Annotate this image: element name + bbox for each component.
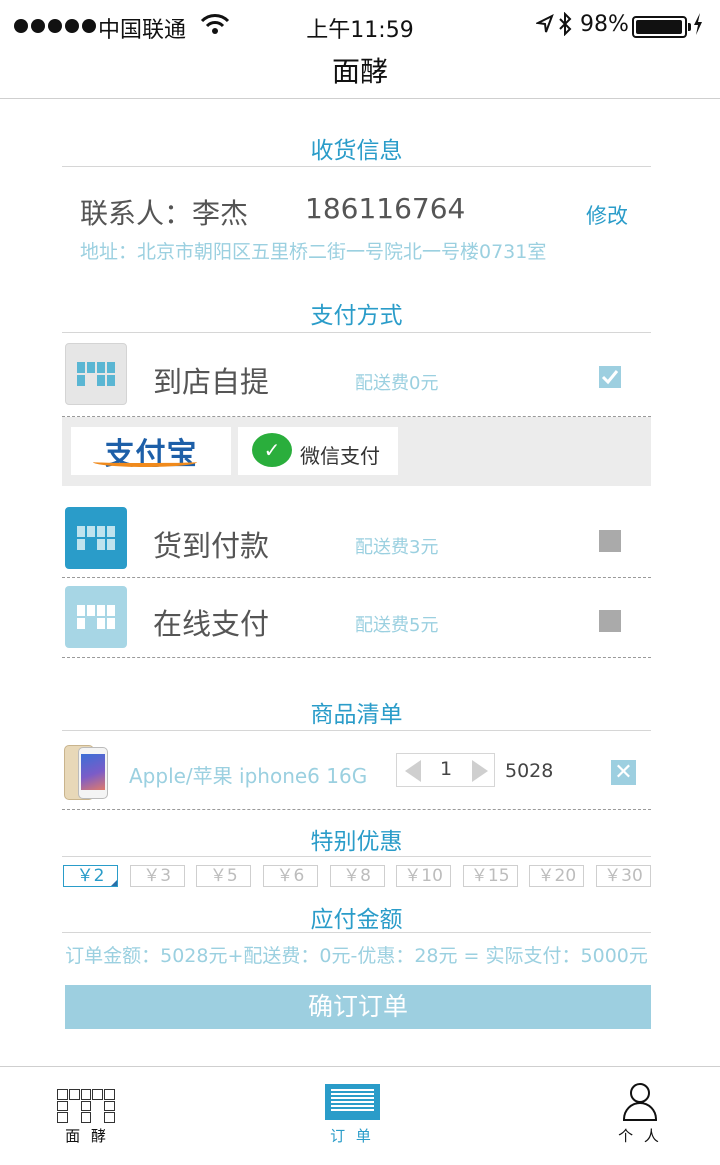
payment-option-fee: 配送费3元 [355,537,439,558]
payment-option-online[interactable]: 在线支付 配送费5元 [62,580,651,656]
payment-section-title: 支付方式 [310,303,403,329]
wechat-pay-label: 微信支付 [300,444,380,468]
tab-label: 面 酵 [65,1127,109,1145]
coupon-option[interactable]: ￥20 [529,865,585,887]
alipay-button[interactable]: 支付宝 [71,427,231,475]
payment-option-cod[interactable]: 货到付款 配送费3元 [62,500,651,576]
quantity-stepper: 1 [396,753,495,787]
coupon-option[interactable]: ￥3 [129,865,185,887]
battery-icon [632,16,691,38]
payment-option-fee: 配送费0元 [355,373,439,394]
coupon-option[interactable]: ￥15 [462,865,518,887]
coupon-option[interactable]: ￥8 [329,865,385,887]
battery-percent: 98% [580,12,629,37]
payment-option-label: 货到付款 [153,529,270,563]
product-price: 5028 [505,760,554,782]
contact-phone: 186116764 [305,192,466,225]
tab-menu[interactable]: 面 酵 [27,1067,147,1165]
product-name: Apple/苹果 iphone6 16G [129,764,368,788]
payment-option-label: 到店自提 [153,365,270,399]
wechat-check-icon: ✓ [252,433,292,467]
checkbox-unchecked-icon[interactable] [599,530,621,552]
divider [62,932,651,933]
dashed-divider [62,809,651,810]
online-pay-methods: 支付宝 ✓ 微信支付 [62,417,651,486]
cash-glyph [77,526,115,550]
confirm-order-button[interactable]: 确订订单 [65,985,651,1029]
page-title: 面酵 [331,55,388,88]
payable-section-title: 应付金额 [310,907,403,933]
checkbox-checked-icon[interactable] [599,366,621,388]
location-arrow-icon [534,13,554,40]
dashed-divider [62,577,651,578]
coupon-option[interactable]: ￥10 [396,865,452,887]
payment-option-label: 在线支付 [153,607,270,641]
online-glyph [77,605,115,629]
decrease-arrow-icon[interactable] [405,760,421,782]
store-icon [65,343,127,405]
checkbox-unchecked-icon[interactable] [599,610,621,632]
tab-orders[interactable]: 订 单 [292,1067,412,1165]
online-pay-icon [65,586,127,648]
coupon-option[interactable]: ￥6 [262,865,318,887]
person-icon [622,1083,658,1123]
charging-bolt-icon [692,12,704,42]
divider [62,730,651,731]
tab-bar: 面 酵 订 单 个 人 [0,1066,720,1165]
order-list-icon [325,1084,380,1120]
store-glyph [77,362,115,386]
product-thumbnail [64,745,108,800]
divider [62,332,651,333]
coupon-option[interactable]: ￥2 [63,865,118,887]
delivery-section-title: 收货信息 [310,138,403,164]
divider [62,856,651,857]
wechat-pay-button[interactable]: ✓ 微信支付 [238,427,398,475]
tab-label: 个 人 [618,1127,662,1145]
status-bar: 中国联通 上午11:59 98% [0,0,720,52]
divider [62,166,651,167]
edit-address-button[interactable]: 修改 [586,200,628,230]
tab-profile[interactable]: 个 人 [580,1067,700,1165]
nav-bar: 面酵 [0,52,720,99]
coupon-list: ￥2 ￥3 ￥5 ￥6 ￥8 ￥10 ￥15 ￥20 ￥30 [63,865,651,887]
discount-section-title: 特别优惠 [310,829,403,855]
cart-item: Apple/苹果 iphone6 16G 1 5028 ✕ [62,735,651,807]
payment-option-fee: 配送费5元 [355,615,439,636]
increase-arrow-icon[interactable] [472,760,488,782]
cash-icon [65,507,127,569]
remove-item-close-icon[interactable]: ✕ [611,760,636,785]
delivery-address: 地址：北京市朝阳区五里桥二街一号院北一号楼0731室 [80,241,547,263]
payment-summary: 订单金额：5028元+配送费：0元-优惠：28元 = 实际支付：5000元 [65,945,648,967]
tab-label: 订 单 [330,1127,374,1145]
alipay-swoosh-icon [93,457,197,467]
coupon-option[interactable]: ￥5 [196,865,252,887]
menu-grid-icon [57,1089,115,1123]
payment-option-pickup[interactable]: 到店自提 配送费0元 [62,336,651,412]
quantity-value[interactable]: 1 [429,758,463,780]
bluetooth-icon [558,11,572,41]
contact-name: 联系人：李杰 [80,197,249,230]
coupon-option[interactable]: ￥30 [596,865,651,887]
goods-section-title: 商品清单 [310,702,403,728]
dashed-divider [62,657,651,658]
